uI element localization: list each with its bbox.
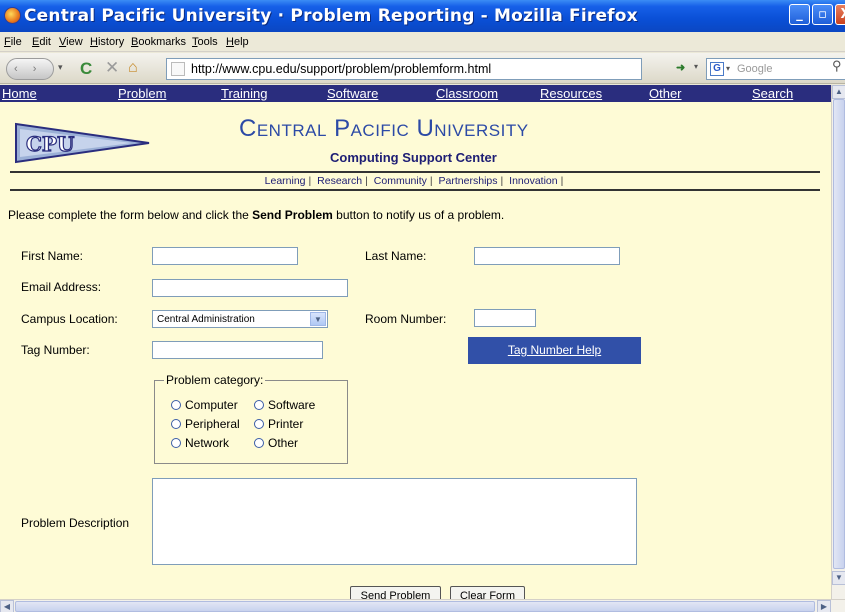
maximize-button[interactable]: ▫ <box>812 4 833 25</box>
campus-location-value: Central Administration <box>157 314 255 325</box>
url-dropdown-icon[interactable]: ▾ <box>694 62 698 71</box>
sublink-partnerships[interactable]: Partnerships <box>439 175 498 187</box>
header-divider-top <box>10 171 820 173</box>
firefox-icon <box>4 7 21 24</box>
reload-icon[interactable]: C <box>80 59 92 79</box>
navigation-toolbar: ‹ › ▾ C ✕ ⌂ http://www.cpu.edu/support/p… <box>0 53 845 84</box>
nav-software[interactable]: Software <box>327 86 378 101</box>
search-placeholder: Google <box>737 63 773 75</box>
scroll-up-icon[interactable]: ▲ <box>832 85 845 99</box>
google-icon[interactable]: G <box>710 62 724 76</box>
radio-printer[interactable]: Printer <box>254 417 303 431</box>
sublink-community[interactable]: Community <box>374 175 427 187</box>
email-label: Email Address: <box>21 280 102 294</box>
vertical-scroll-thumb[interactable] <box>833 99 845 569</box>
form-instructions: Please complete the form below and click… <box>8 208 505 222</box>
chevron-down-icon[interactable]: ▼ <box>310 312 326 326</box>
go-icon[interactable]: ➜ <box>676 61 685 74</box>
home-icon[interactable]: ⌂ <box>128 59 138 77</box>
nav-resources[interactable]: Resources <box>540 86 602 101</box>
department-name: Computing Support Center <box>330 150 497 165</box>
first-name-field[interactable] <box>152 247 298 265</box>
problem-category-legend: Problem category: <box>164 373 266 387</box>
radio-circle-icon[interactable] <box>171 419 181 429</box>
window-title: Central Pacific University · Problem Rep… <box>24 6 638 26</box>
last-name-field[interactable] <box>474 247 620 265</box>
horizontal-scrollbar[interactable]: ◀ ▶ <box>0 599 845 612</box>
radio-circle-icon[interactable] <box>171 438 181 448</box>
menu-bar: File Edit View History Bookmarks Tools H… <box>0 32 845 52</box>
scroll-right-icon[interactable]: ▶ <box>817 600 831 612</box>
menu-bookmarks[interactable]: Bookmarks <box>131 36 186 48</box>
room-number-field[interactable] <box>474 309 536 327</box>
sublink-learning[interactable]: Learning <box>265 175 306 187</box>
first-name-label: First Name: <box>21 249 84 263</box>
close-button[interactable]: X <box>835 4 845 25</box>
stop-icon[interactable]: ✕ <box>105 58 119 78</box>
scroll-down-icon[interactable]: ▼ <box>832 571 845 585</box>
tag-number-label: Tag Number: <box>21 343 90 357</box>
nav-classroom[interactable]: Classroom <box>436 86 498 101</box>
menu-view[interactable]: View <box>59 36 83 48</box>
problem-description-label: Problem Description <box>21 516 130 530</box>
nav-problem[interactable]: Problem <box>118 86 166 101</box>
radio-circle-icon[interactable] <box>254 438 264 448</box>
campus-location-select[interactable]: Central Administration ▼ <box>152 310 328 328</box>
radio-circle-icon[interactable] <box>254 400 264 410</box>
menu-help[interactable]: Help <box>226 36 249 48</box>
tag-number-help-button[interactable]: Tag Number Help <box>468 337 641 364</box>
header-divider-bottom <box>10 189 820 191</box>
sub-navigation: Learning | Research | Community | Partnersh… <box>264 175 564 187</box>
radio-software[interactable]: Software <box>254 398 315 412</box>
radio-circle-icon[interactable] <box>171 400 181 410</box>
room-number-label: Room Number: <box>365 312 447 326</box>
vertical-scrollbar[interactable]: ▲ ▼ <box>831 85 845 599</box>
menu-edit[interactable]: Edit <box>32 36 51 48</box>
clear-form-button[interactable]: Clear Form <box>450 586 525 599</box>
scroll-left-icon[interactable]: ◀ <box>0 600 14 612</box>
back-forward-buttons[interactable]: ‹ › <box>6 58 54 80</box>
last-name-label: Last Name: <box>365 249 427 263</box>
search-bar[interactable]: G ▾ Google <box>706 58 845 80</box>
email-field[interactable] <box>152 279 348 297</box>
campus-location-label: Campus Location: <box>21 312 118 326</box>
search-icon[interactable]: ⚲ <box>832 58 842 74</box>
radio-network[interactable]: Network <box>171 436 229 450</box>
nav-search[interactable]: Search <box>752 86 793 101</box>
address-bar[interactable]: http://www.cpu.edu/support/problem/probl… <box>166 58 642 80</box>
page-content: Home Problem Training Software Classroom… <box>0 85 831 599</box>
nav-training[interactable]: Training <box>221 86 267 101</box>
tag-number-field[interactable] <box>152 341 323 359</box>
menu-file[interactable]: File <box>4 36 22 48</box>
logo-text: CPU <box>26 132 74 156</box>
nav-home[interactable]: Home <box>2 86 37 101</box>
radio-other[interactable]: Other <box>254 436 298 450</box>
send-problem-button[interactable]: Send Problem <box>350 586 441 599</box>
menu-history[interactable]: History <box>90 36 124 48</box>
radio-peripheral[interactable]: Peripheral <box>171 417 240 431</box>
radio-circle-icon[interactable] <box>254 419 264 429</box>
site-navigation: Home Problem Training Software Classroom… <box>0 85 831 102</box>
search-engine-dropdown-icon[interactable]: ▾ <box>726 64 730 73</box>
browser-window: Central Pacific University · Problem Rep… <box>0 0 845 612</box>
page-icon <box>171 62 185 76</box>
url-text[interactable]: http://www.cpu.edu/support/problem/probl… <box>191 62 491 76</box>
nav-other[interactable]: Other <box>649 86 682 101</box>
sublink-research[interactable]: Research <box>317 175 362 187</box>
problem-description-field[interactable] <box>152 478 637 565</box>
history-dropdown-icon[interactable]: ▾ <box>58 62 63 73</box>
horizontal-scroll-thumb[interactable] <box>15 601 815 612</box>
radio-computer[interactable]: Computer <box>171 398 238 412</box>
university-name: Central Pacific University <box>239 115 529 142</box>
minimize-button[interactable]: _ <box>789 4 810 25</box>
sublink-innovation[interactable]: Innovation <box>509 175 557 187</box>
title-bar: Central Pacific University · Problem Rep… <box>0 0 845 32</box>
menu-tools[interactable]: Tools <box>192 36 218 48</box>
cpu-pennant-logo: CPU <box>15 122 150 164</box>
